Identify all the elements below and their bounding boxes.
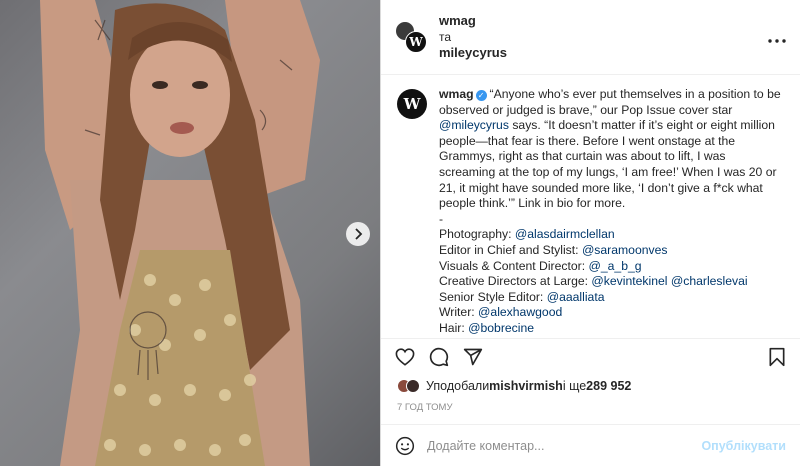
publish-button[interactable]: Опублікувати [701, 439, 786, 453]
credit-label: Photography: [439, 227, 515, 242]
like-button[interactable] [395, 347, 415, 366]
save-button[interactable] [768, 347, 786, 372]
credit-line: Hair: @bobrecine [439, 321, 784, 337]
collab-names: wmag та mileycyrus [439, 13, 507, 61]
caption-text: wmag ✓ “Anyone who’s ever put themselves i… [439, 87, 784, 338]
caption-avatar[interactable]: W [397, 89, 427, 119]
likes-middle: і ще [562, 379, 587, 393]
credit-line: Photography: @alasdairmclellan [439, 227, 784, 243]
credit-label: Writer: [439, 305, 479, 320]
post-header: W wmag та mileycyrus [381, 0, 800, 75]
comment-form: Опублікувати [381, 424, 800, 466]
credits-list: Photography: @alasdairmclellan Editor in … [439, 227, 784, 336]
caption-mention[interactable]: @mileycyrus [439, 118, 509, 132]
credit-mention[interactable]: @kevintekinel [591, 274, 667, 288]
credit-label: Visuals & Content Director: [439, 258, 589, 273]
caption-author[interactable]: wmag [439, 87, 474, 101]
credit-label: Senior Style Editor: [439, 289, 547, 304]
comment-icon [429, 347, 449, 366]
credit-line: Senior Style Editor: @aaalliata [439, 290, 784, 306]
bookmark-icon [769, 347, 785, 367]
likes-row[interactable]: Уподобали mishvirmish і ще 289 952 [381, 374, 800, 398]
credit-mention[interactable]: @alexhawgood [478, 305, 562, 319]
comment-button[interactable] [429, 347, 449, 367]
post-panel: W wmag та mileycyrus W wmag ✓ “Anyone who’… [380, 0, 800, 466]
action-bar [381, 338, 800, 374]
credit-mention[interactable]: @bobrecine [468, 321, 534, 335]
credit-line: Writer: @alexhawgood [439, 305, 784, 321]
credit-mention[interactable]: @charleslevai [671, 274, 748, 288]
caption-body-part1: “Anyone who’s ever put themselves in a p… [439, 87, 781, 117]
credit-mention[interactable]: @aaalliata [547, 290, 605, 304]
post-photo[interactable] [0, 0, 380, 466]
more-options-button[interactable] [768, 28, 786, 46]
chevron-right-icon [355, 228, 363, 240]
share-icon [463, 348, 483, 365]
collab-avatars[interactable]: W [395, 21, 427, 53]
header-username-1[interactable]: wmag [439, 13, 507, 29]
next-photo-button[interactable] [346, 222, 370, 246]
post-timestamp[interactable]: 7 ГОД ТОМУ [381, 398, 800, 416]
credit-line: Creative Directors at Large: @kevintekin… [439, 274, 784, 290]
credit-label: Creative Directors at Large: [439, 274, 592, 289]
header-username-2[interactable]: mileycyrus [439, 45, 507, 61]
heart-icon [395, 347, 415, 366]
credit-line: Visuals & Content Director: @_a_b_g [439, 259, 784, 275]
credit-mention[interactable]: @alasdairmclellan [515, 227, 615, 241]
credit-mention[interactable]: @saramoonves [582, 243, 668, 257]
avatar-wmag[interactable]: W [405, 31, 427, 53]
likes-prefix: Уподобали [426, 379, 490, 393]
post-photo-illustration [40, 0, 320, 466]
credit-mention[interactable]: @_a_b_g [588, 259, 641, 273]
likes-user[interactable]: mishvirmish [489, 379, 563, 393]
emoji-icon [395, 436, 415, 455]
credit-line: Editor in Chief and Stylist: @saramoonve… [439, 243, 784, 259]
share-button[interactable] [463, 347, 483, 367]
caption-dash: - [439, 211, 444, 226]
emoji-button[interactable] [395, 436, 415, 456]
instagram-post: W wmag та mileycyrus W wmag ✓ “Anyone who’… [0, 0, 800, 466]
caption-area[interactable]: W wmag ✓ “Anyone who’s ever put themselves… [381, 75, 800, 338]
header-conjunction: та [439, 30, 452, 44]
more-horizontal-icon [768, 39, 786, 43]
credit-label: Hair: [439, 320, 469, 335]
likes-count[interactable]: 289 952 [586, 379, 631, 393]
credit-label: Editor in Chief and Stylist: [439, 242, 582, 257]
comment-input[interactable] [427, 438, 702, 453]
verified-badge-icon: ✓ [475, 90, 487, 101]
liker-avatar [406, 379, 420, 393]
